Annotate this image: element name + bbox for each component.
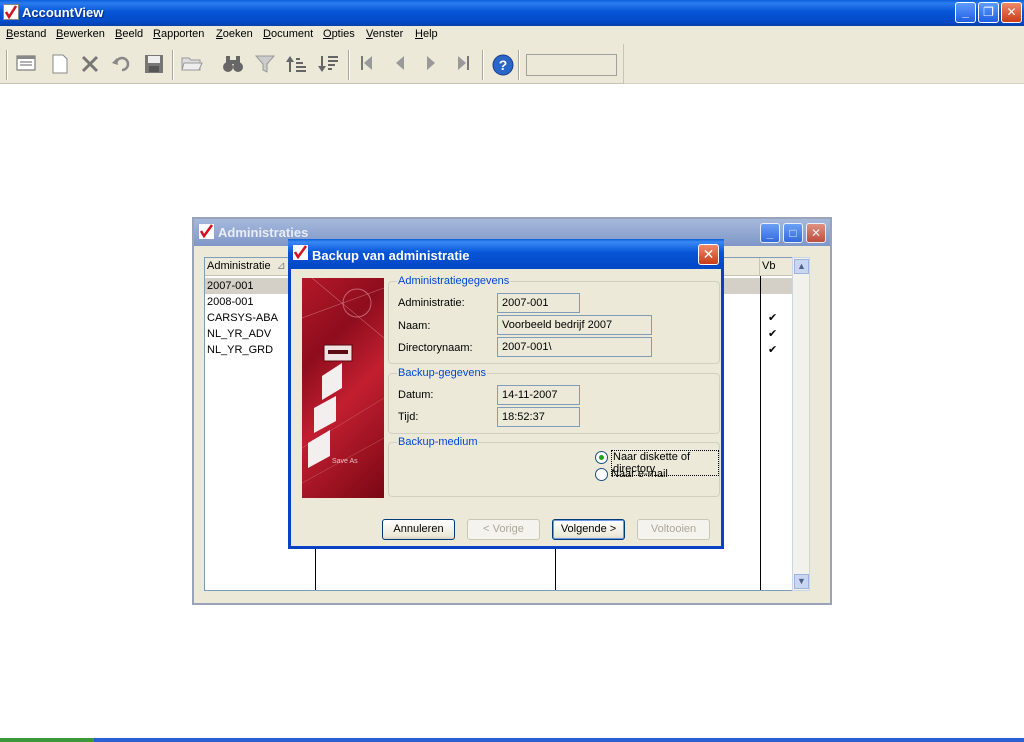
taskbar — [0, 738, 1024, 742]
administratie-field: 2007-001 — [497, 293, 580, 313]
accountview-logo-icon — [3, 4, 19, 20]
menu-help[interactable]: Help — [415, 28, 438, 40]
save-icon[interactable] — [143, 54, 165, 76]
scroll-up-arrow-icon[interactable]: ▲ — [794, 259, 809, 274]
label-administratie: Administratie: — [398, 297, 465, 309]
backup-illustration: Save As — [302, 278, 384, 498]
start-button[interactable] — [0, 738, 94, 742]
menu-bar: Bestand Bewerken Beeld Rapporten Zoeken … — [0, 26, 1024, 44]
restore-button[interactable]: ❐ — [978, 2, 999, 23]
sort-descending-icon[interactable] — [317, 54, 339, 76]
row-id: 2007-001 — [207, 280, 254, 292]
datum-field: 14-11-2007 — [497, 385, 580, 405]
find-icon[interactable] — [222, 54, 244, 76]
admin-minimize-button[interactable]: _ — [760, 223, 780, 243]
radio-email[interactable] — [595, 468, 608, 481]
row-id: 2008-001 — [207, 296, 254, 308]
accountview-logo-icon — [199, 224, 214, 239]
label-tijd: Tijd: — [398, 411, 419, 423]
menu-zoeken[interactable]: Zoeken — [216, 28, 253, 40]
menu-opties[interactable]: Opties — [323, 28, 355, 40]
close-button[interactable]: ✕ — [1001, 2, 1022, 23]
last-record-icon[interactable] — [452, 54, 474, 76]
undo-icon[interactable] — [110, 54, 132, 76]
new-document-icon[interactable] — [49, 54, 71, 76]
dialog-title: Backup van administratie — [312, 248, 470, 263]
svg-text:Save As: Save As — [332, 458, 358, 465]
scroll-down-arrow-icon[interactable]: ▼ — [794, 574, 809, 589]
form-icon[interactable] — [15, 54, 37, 76]
app-titlebar: AccountView _ ❐ ✕ — [0, 0, 1024, 26]
filter-icon[interactable] — [254, 54, 276, 76]
row-id: NL_YR_ADV — [207, 328, 272, 340]
row-id: CARSYS-ABA — [207, 312, 278, 324]
next-record-icon[interactable] — [420, 54, 442, 76]
back-button[interactable]: < Vorige — [467, 519, 540, 540]
open-folder-icon[interactable] — [181, 54, 203, 76]
next-button[interactable]: Volgende > — [552, 519, 625, 540]
checkmark-icon: ✔ — [768, 312, 778, 324]
delete-icon[interactable] — [79, 54, 101, 76]
backup-dialog: Backup van administratie ✕ Save As Admin… — [288, 239, 724, 549]
menu-document[interactable]: Document — [263, 28, 313, 40]
naam-field: Voorbeeld bedrijf 2007 — [497, 315, 652, 335]
checkmark-icon: ✔ — [768, 344, 778, 356]
app-title: AccountView — [22, 5, 104, 20]
first-record-icon[interactable] — [356, 54, 378, 76]
checkmark-icon: ✔ — [768, 328, 778, 340]
radio-diskette-directory[interactable] — [595, 451, 608, 464]
sort-ascending-icon[interactable] — [285, 54, 307, 76]
menu-rapporten[interactable]: Rapporten — [153, 28, 204, 40]
menu-bewerken[interactable]: Bewerken — [56, 28, 105, 40]
sort-arrow-icon: ⊿ — [276, 260, 286, 272]
group-label: Administratiegegevens — [397, 275, 511, 287]
label-naam: Naam: — [398, 320, 431, 332]
label-directorynaam: Directorynaam: — [398, 342, 473, 354]
radio-label-email[interactable]: Naar e-mail — [611, 468, 668, 480]
toolbar-grip — [6, 50, 8, 80]
cancel-button[interactable]: Annuleren — [382, 519, 455, 540]
group-backup-medium: Backup-medium Naar diskette of directory… — [388, 436, 720, 497]
tijd-field: 18:52:37 — [497, 407, 580, 427]
group-label: Backup-gegevens — [397, 367, 488, 379]
vertical-scrollbar[interactable]: ▲ ▼ — [792, 257, 810, 591]
previous-record-icon[interactable] — [389, 54, 411, 76]
accountview-logo-icon — [293, 245, 308, 260]
column-divider — [760, 276, 761, 590]
help-icon[interactable]: ? — [492, 54, 514, 76]
administraties-title: Administraties — [218, 225, 309, 240]
finish-button[interactable]: Voltooien — [637, 519, 710, 540]
label-datum: Datum: — [398, 389, 434, 401]
menu-beeld[interactable]: Beeld — [115, 28, 143, 40]
group-backup-gegevens: Backup-gegevens Datum: 14-11-2007 Tijd: … — [388, 367, 720, 434]
row-id: NL_YR_GRD — [207, 344, 274, 356]
toolbar-separator — [518, 50, 520, 80]
menu-venster[interactable]: Venster — [366, 28, 403, 40]
group-administratiegegevens: Administratiegegevens Administratie: 200… — [388, 275, 720, 364]
toolbar-separator — [482, 50, 484, 80]
directorynaam-field: 2007-001\ — [497, 337, 652, 357]
minimize-button[interactable]: _ — [955, 2, 976, 23]
toolbar-search-field[interactable] — [526, 54, 617, 76]
dialog-close-button[interactable]: ✕ — [698, 244, 719, 265]
admin-maximize-button[interactable]: □ — [783, 223, 803, 243]
menu-bestand[interactable]: Bestand — [6, 28, 46, 40]
admin-close-button[interactable]: ✕ — [806, 223, 826, 243]
dialog-titlebar: Backup van administratie ✕ — [288, 239, 724, 269]
toolbar-background — [624, 44, 1024, 84]
column-header-label: Administratie — [207, 260, 271, 272]
svg-text:?: ? — [499, 57, 508, 73]
toolbar-separator — [172, 50, 174, 80]
group-label: Backup-medium — [397, 436, 479, 448]
toolbar-separator — [348, 50, 350, 80]
